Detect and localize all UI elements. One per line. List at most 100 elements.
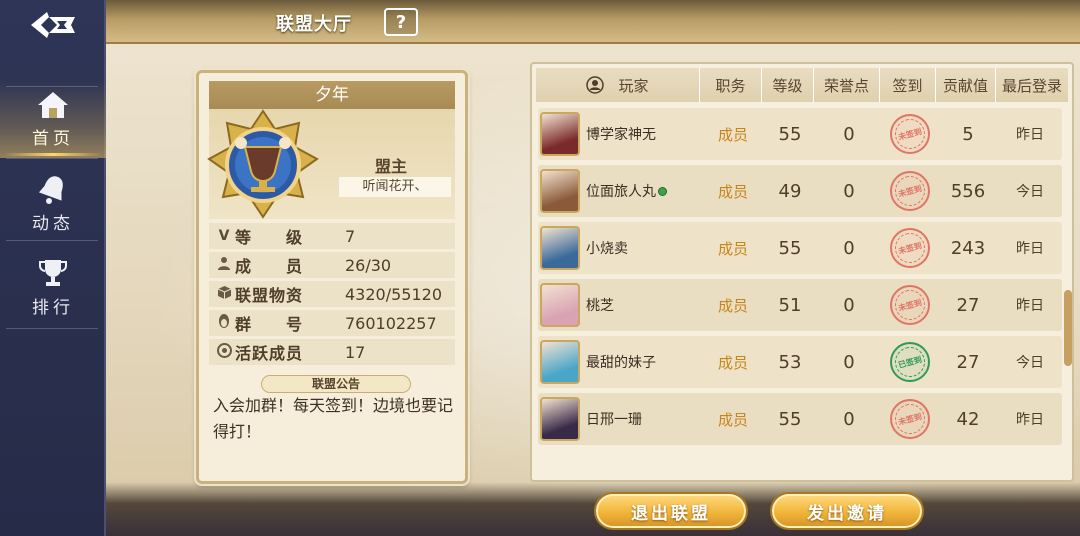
help-button[interactable]: ?: [384, 8, 418, 36]
signin-cell: 已签到: [882, 336, 938, 388]
contribution-cell: 27: [956, 351, 980, 373]
table-row[interactable]: 桃芝 成员 51 0 未签到 27 昨日: [538, 279, 1062, 331]
player-name: 位面旅人丸: [586, 184, 656, 200]
contribution-cell: 243: [950, 237, 986, 259]
player-cell: 最甜的妹子: [538, 336, 702, 388]
send-invite-button[interactable]: 发出邀请: [772, 494, 922, 528]
nav-item-label: 首页: [32, 128, 74, 149]
stat-value: 7: [345, 226, 356, 246]
last-login-cell: 昨日: [1016, 412, 1044, 428]
box-icon: [213, 285, 235, 304]
contribution-cell: 5: [962, 123, 974, 145]
notice-label: 联盟公告: [261, 375, 411, 393]
last-login-cell: 今日: [1016, 355, 1044, 371]
nav-item-home[interactable]: 首页: [0, 80, 106, 158]
role-cell: 成员: [717, 296, 748, 315]
column-header-honor[interactable]: 荣誉点: [814, 68, 880, 102]
honor-cell: 0: [843, 294, 855, 316]
back-arrow-icon: [31, 12, 75, 38]
alliance-info-card: 夕年 盟主 听闻花开、 V 等 级 7 成 员 26/30 联盟物资 4320/…: [196, 70, 468, 484]
role-cell: 成员: [717, 410, 748, 429]
column-header-level[interactable]: 等级: [762, 68, 814, 102]
player-avatar[interactable]: [540, 226, 580, 270]
stamp-text: 未签到: [891, 286, 929, 324]
nav-item-label: 动态: [32, 213, 74, 234]
nav-divider: [6, 240, 98, 241]
column-header-last-login[interactable]: 最后登录: [996, 68, 1068, 102]
table-header: 玩家 职务 等级 荣誉点 签到 贡献值 最后登录: [536, 68, 1068, 102]
level-cell: 55: [778, 123, 802, 145]
person-icon: [213, 256, 235, 274]
player-avatar[interactable]: [540, 340, 580, 384]
stat-row-group: 群 号 760102257: [209, 310, 455, 336]
role-cell: 成员: [717, 182, 748, 201]
stat-label: 等 级: [235, 228, 304, 247]
signin-stamp-icon: 未签到: [890, 171, 930, 211]
bell-icon: [38, 175, 63, 204]
player-avatar[interactable]: [540, 397, 580, 441]
last-login-cell: 昨日: [1016, 298, 1044, 314]
player-name: 小烧卖: [586, 241, 628, 257]
nav-divider: [6, 328, 98, 329]
level-cell: 51: [778, 294, 802, 316]
level-cell: 53: [778, 351, 802, 373]
nav-item-activity[interactable]: 动态: [0, 164, 106, 242]
table-row[interactable]: 博学家神无 成员 55 0 未签到 5 昨日: [538, 108, 1062, 160]
table-row[interactable]: 小烧卖 成员 55 0 未签到 243 昨日: [538, 222, 1062, 274]
table-scrollbar[interactable]: [1064, 290, 1072, 366]
trophy-icon: [39, 259, 67, 286]
left-nav: 首页 动态 排行: [0, 0, 106, 536]
last-login-cell: 昨日: [1016, 241, 1044, 257]
honor-cell: 0: [843, 180, 855, 202]
nav-item-label: 排行: [32, 297, 74, 318]
nav-item-ranking[interactable]: 排行: [0, 248, 106, 326]
stat-row-active: 活跃成员 17: [209, 339, 455, 365]
role-cell: 成员: [717, 353, 748, 372]
page-title: 联盟大厅: [276, 14, 352, 35]
bottom-shadow: [106, 482, 1080, 536]
stat-label: 成 员: [235, 257, 304, 276]
notice-text: 入会加群！每天签到！边境也要记得打！: [213, 396, 454, 441]
level-cell: 49: [778, 180, 802, 202]
signin-cell: 未签到: [882, 165, 938, 217]
stamp-text: 已签到: [891, 343, 929, 381]
leader-title: 盟主: [375, 157, 408, 176]
player-avatar[interactable]: [540, 112, 580, 156]
player-name: 日邢一珊: [586, 412, 642, 428]
player-avatar[interactable]: [540, 283, 580, 327]
active-icon: [213, 342, 235, 362]
player-icon: [586, 76, 605, 94]
signin-cell: 未签到: [882, 279, 938, 331]
online-status-icon: [658, 186, 667, 196]
column-header-signin[interactable]: 签到: [880, 68, 936, 102]
penguin-icon: [213, 313, 235, 333]
signin-cell: 未签到: [882, 393, 938, 445]
column-header-label: 玩家: [618, 76, 649, 95]
player-cell: 小烧卖: [538, 222, 702, 274]
leave-alliance-button[interactable]: 退出联盟: [596, 494, 746, 528]
player-cell: 位面旅人丸: [538, 165, 702, 217]
signin-cell: 未签到: [882, 108, 938, 160]
stamp-text: 未签到: [891, 172, 929, 210]
signin-stamp-icon: 未签到: [890, 285, 930, 325]
column-header-role[interactable]: 职务: [700, 68, 762, 102]
table-row[interactable]: 最甜的妹子 成员 53 0 已签到 27 今日: [538, 336, 1062, 388]
contribution-cell: 556: [950, 180, 986, 202]
table-row[interactable]: 位面旅人丸 成员 49 0 未签到 556 今日: [538, 165, 1062, 217]
honor-cell: 0: [843, 351, 855, 373]
table-row[interactable]: 日邢一珊 成员 55 0 未签到 42 昨日: [538, 393, 1062, 445]
role-cell: 成员: [717, 125, 748, 144]
back-button[interactable]: [0, 0, 106, 50]
role-cell: 成员: [717, 239, 748, 258]
column-header-player[interactable]: 玩家: [536, 68, 700, 102]
player-cell: 桃芝: [538, 279, 702, 331]
player-cell: 博学家神无: [538, 108, 702, 160]
stat-label: 活跃成员: [235, 344, 304, 363]
honor-cell: 0: [843, 237, 855, 259]
stat-row-supplies: 联盟物资 4320/55120: [209, 281, 455, 307]
player-name: 桃芝: [586, 298, 614, 314]
stat-value: 26/30: [345, 255, 392, 275]
player-avatar[interactable]: [540, 169, 580, 213]
column-header-contribution[interactable]: 贡献值: [936, 68, 996, 102]
level-cell: 55: [778, 237, 802, 259]
